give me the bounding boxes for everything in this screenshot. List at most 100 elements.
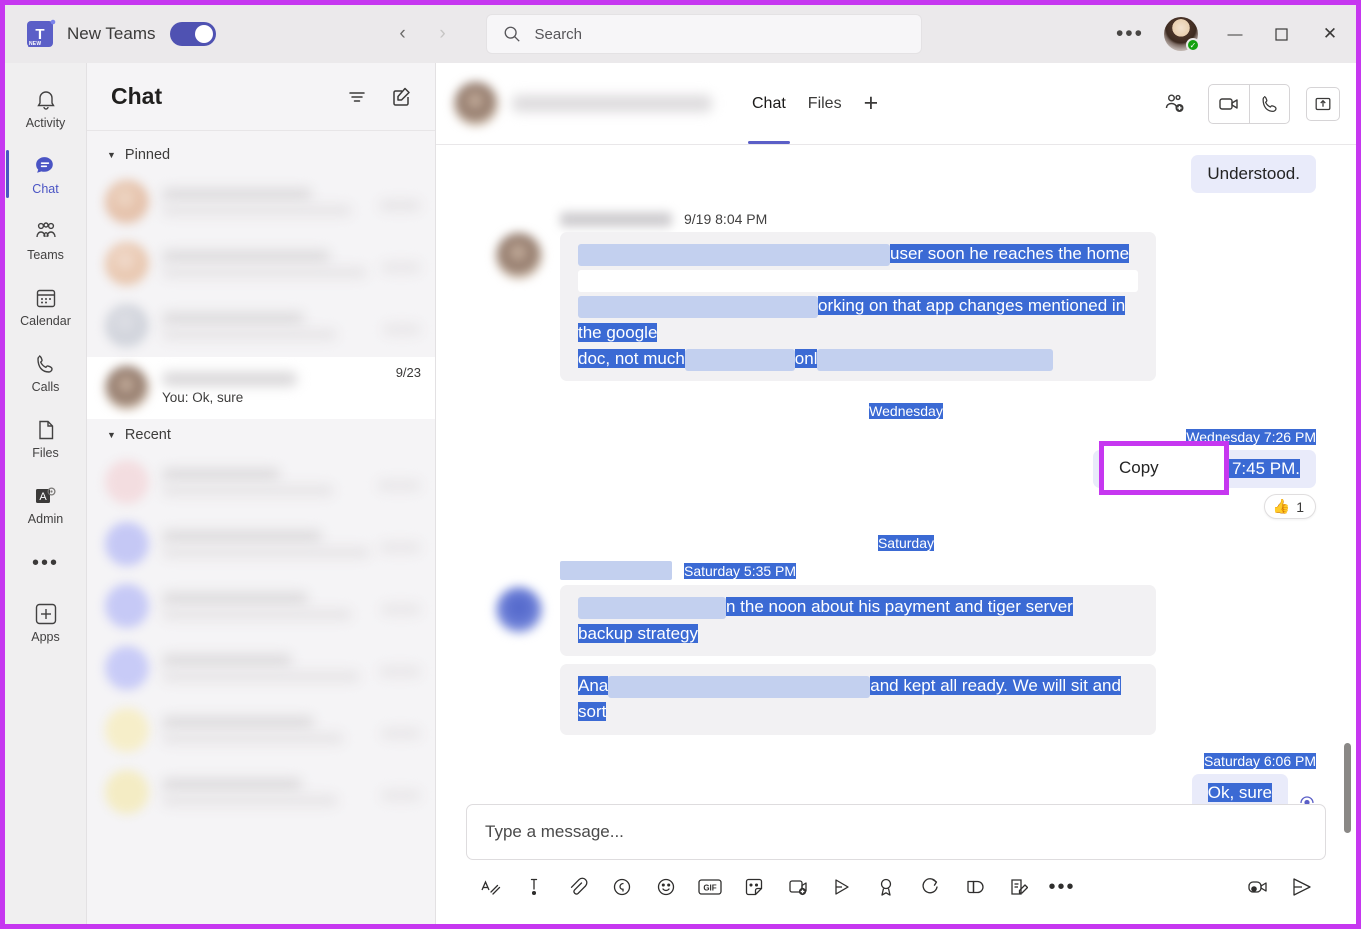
list-item-time (383, 323, 421, 335)
list-item-name (162, 778, 302, 791)
list-item-preview: You: Ok, sure (162, 389, 244, 405)
list-item[interactable] (87, 171, 435, 233)
tab-files[interactable]: Files (802, 63, 848, 144)
back-button[interactable]: ‹ (388, 19, 418, 49)
sender-name (560, 211, 672, 227)
message-line-3: orking on that app changes mentioned in … (578, 293, 1138, 346)
sidebar-item-admin[interactable]: A Admin (10, 471, 82, 537)
message-meta: 9/19 8:04 PM (560, 211, 1316, 227)
search-icon (504, 26, 520, 42)
list-item[interactable] (87, 699, 435, 761)
maximize-button[interactable] (1258, 5, 1304, 63)
search-bar[interactable]: Search (485, 14, 922, 54)
sidebar-more-apps-button[interactable]: ••• (32, 537, 59, 589)
praise-icon[interactable] (866, 867, 906, 907)
titlebar-more-button[interactable]: ••• (1102, 22, 1158, 46)
list-item[interactable] (87, 575, 435, 637)
list-item[interactable] (87, 637, 435, 699)
chat-bubble-icon (33, 153, 58, 179)
list-item-content (162, 250, 368, 278)
filter-icon[interactable] (346, 85, 368, 108)
admin-gear-icon: A (33, 483, 59, 509)
message-line-2: sort (578, 699, 1138, 725)
people-icon (33, 219, 59, 245)
day-divider-wednesday: Wednesday (496, 403, 1316, 420)
list-item-name (162, 592, 308, 605)
avatar (496, 587, 542, 634)
send-icon[interactable] (1282, 867, 1322, 907)
meet-now-icon[interactable] (778, 867, 818, 907)
priority-icon[interactable] (514, 867, 554, 907)
forward-button[interactable]: › (428, 19, 458, 49)
approvals-icon[interactable] (910, 867, 950, 907)
popout-icon[interactable] (1306, 86, 1340, 121)
message-group-outgoing-sat: Saturday 6:06 PM Ok, sure (496, 752, 1316, 804)
apps-icon[interactable] (954, 867, 994, 907)
list-item-time (379, 541, 421, 553)
list-item-content: You: Ok, sure (162, 371, 383, 405)
list-item-time (381, 603, 421, 615)
list-item[interactable] (87, 233, 435, 295)
avatar (105, 180, 149, 224)
chat-group-pinned[interactable]: ▼ Pinned (87, 139, 435, 171)
audio-call-icon[interactable] (1249, 84, 1289, 123)
video-call-icon[interactable] (1209, 85, 1249, 123)
list-item-content (162, 654, 366, 682)
title-bar: T NEW New Teams ‹ › Search ••• ✓ — ✕ (5, 5, 1356, 63)
message-line-prefix: Ana (578, 676, 609, 696)
gif-icon[interactable]: GIF (690, 867, 730, 907)
copy-menu-item[interactable]: Copy (1119, 458, 1159, 478)
new-chat-icon[interactable] (390, 85, 413, 108)
stream-icon[interactable] (822, 867, 862, 907)
new-teams-toggle[interactable] (169, 22, 216, 46)
compose-area: Type a message... GIF ••• (436, 804, 1356, 924)
list-item-name (162, 716, 314, 729)
list-item-time (381, 727, 421, 739)
message-scrollbar[interactable] (1344, 743, 1351, 833)
format-icon[interactable] (470, 867, 510, 907)
sidebar-item-label: Admin (27, 511, 64, 526)
tab-chat[interactable]: Chat (746, 63, 792, 144)
nav-buttons: ‹ › (388, 19, 458, 49)
reaction-thumbsup[interactable]: 👍 1 (1263, 494, 1316, 520)
message-line-text: backup strategy (578, 623, 699, 643)
sidebar-item-calls[interactable]: Calls (10, 339, 82, 405)
emoji-icon[interactable] (646, 867, 686, 907)
message-timestamp: 9/19 8:04 PM (684, 211, 768, 227)
more-options-icon[interactable]: ••• (1042, 867, 1082, 907)
avatar (105, 770, 149, 814)
redacted-text (684, 348, 795, 371)
list-item[interactable] (87, 295, 435, 357)
message-meta: Saturday 5:35 PM (560, 561, 1316, 581)
sidebar-item-chat[interactable]: Chat (5, 141, 82, 207)
list-item[interactable] (87, 513, 435, 575)
list-item-content (162, 778, 368, 806)
loop-icon[interactable] (602, 867, 642, 907)
sidebar-item-activity[interactable]: Activity (10, 75, 82, 141)
notes-icon[interactable] (998, 867, 1038, 907)
add-tab-button[interactable]: + (858, 89, 885, 118)
sidebar-item-calendar[interactable]: Calendar (10, 273, 82, 339)
sticker-icon[interactable] (734, 867, 774, 907)
video-message-icon[interactable] (1238, 867, 1278, 907)
minimize-button[interactable]: — (1212, 5, 1258, 63)
chat-group-recent[interactable]: ▼ Recent (87, 419, 435, 451)
list-item-selected-chat[interactable]: You: Ok, sure 9/23 (87, 357, 435, 419)
message-input[interactable]: Type a message... (466, 804, 1326, 860)
message-group-incoming-sat: Saturday 5:35 PM n the noon about his pa… (496, 561, 1316, 735)
avatar (105, 304, 149, 348)
sidebar-item-label: Activity (25, 115, 66, 130)
list-item[interactable] (87, 451, 435, 513)
close-button[interactable]: ✕ (1304, 5, 1356, 63)
list-item[interactable] (87, 761, 435, 823)
add-people-icon[interactable] (1158, 87, 1192, 121)
chat-list-header-actions (346, 85, 413, 108)
sidebar-item-teams[interactable]: Teams (10, 207, 82, 273)
sidebar-item-files[interactable]: Files (10, 405, 82, 471)
list-item-time (379, 199, 421, 211)
avatar (105, 584, 149, 628)
user-avatar[interactable]: ✓ (1164, 17, 1200, 52)
sidebar-item-apps[interactable]: Apps (10, 589, 82, 655)
avatar (105, 708, 149, 752)
attach-icon[interactable] (558, 867, 598, 907)
